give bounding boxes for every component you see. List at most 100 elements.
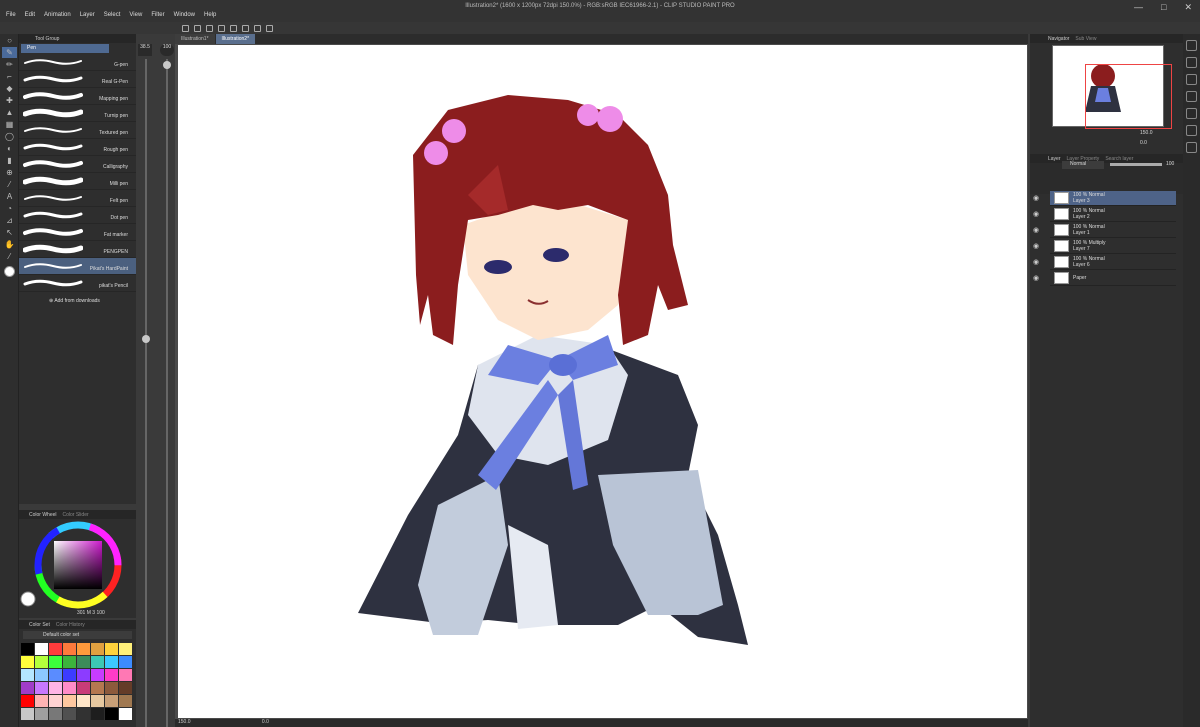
status-zoom[interactable]: 150.0 [178, 719, 191, 725]
search-layer-tab[interactable]: Search layer [1105, 156, 1133, 162]
color-swatch[interactable] [21, 708, 34, 720]
eye-icon[interactable]: ◉ [1033, 274, 1039, 282]
color-wheel-tab[interactable]: Color Wheel [29, 512, 57, 518]
color-swatch[interactable] [63, 708, 76, 720]
brush-size-value[interactable]: 38.5 [138, 44, 152, 56]
menu-select[interactable]: Select [104, 12, 121, 18]
color-swatch[interactable] [105, 643, 118, 655]
ruler-tool-icon[interactable]: ⁄ [2, 179, 17, 190]
color-swatch[interactable] [77, 669, 90, 681]
brush-size-knob[interactable] [142, 335, 150, 343]
balloon-tool-icon[interactable]: ◔ [2, 203, 17, 214]
color-swatch[interactable] [49, 669, 62, 681]
layer-row[interactable]: ◉ 100 % Normal Layer 1 [1033, 223, 1176, 238]
panel-icon[interactable] [1186, 125, 1197, 136]
brush-item[interactable]: Felt pen [19, 190, 136, 207]
color-swatch[interactable] [119, 682, 132, 694]
gradient-tool-icon[interactable]: ▮ [2, 155, 17, 166]
color-swatch[interactable] [105, 669, 118, 681]
brush-item[interactable]: Textured pen [19, 122, 136, 139]
fill-icon[interactable] [266, 24, 273, 32]
layer-row[interactable]: ◉ Paper [1033, 271, 1176, 286]
brush-item[interactable]: Rough pen [19, 139, 136, 156]
navigator-view-frame[interactable] [1085, 64, 1172, 129]
color-wheel[interactable] [19, 519, 136, 611]
brush-item[interactable]: G-pen [19, 54, 136, 71]
brush-item[interactable]: pikat's Pencil [19, 275, 136, 292]
color-swatch[interactable] [105, 656, 118, 668]
eye-icon[interactable]: ◉ [1033, 194, 1039, 202]
fill-tool-icon[interactable]: ◐ [2, 143, 17, 154]
brush-item[interactable]: Fat marker [19, 224, 136, 241]
color-slider-tab[interactable]: Color Slider [63, 512, 89, 518]
color-swatch[interactable] [77, 656, 90, 668]
color-swatch[interactable] [91, 708, 104, 720]
color-swatch[interactable] [35, 669, 48, 681]
add-from-downloads[interactable]: ⊕ Add from downloads [49, 298, 136, 304]
eyedropper-tool-icon[interactable]: ⊕ [2, 167, 17, 178]
color-set-tab[interactable]: Color Set [29, 622, 50, 628]
color-swatch[interactable] [119, 643, 132, 655]
color-swatch[interactable] [105, 708, 118, 720]
color-swatch[interactable] [35, 643, 48, 655]
brush-item[interactable]: Dot pen [19, 207, 136, 224]
clear-icon[interactable] [242, 24, 249, 32]
navigator-thumbnail[interactable] [1052, 45, 1172, 129]
color-swatch[interactable] [49, 643, 62, 655]
panel-icon[interactable] [1186, 91, 1197, 102]
layer-row[interactable]: ◉ 100 % Normal Layer 2 [1033, 207, 1176, 222]
blend-mode-select[interactable]: Normal [1062, 161, 1104, 169]
lasso-tool-icon[interactable]: ◯ [2, 131, 17, 142]
panel-icon[interactable] [1186, 57, 1197, 68]
layer-opacity-value[interactable]: 100 [1166, 161, 1174, 167]
eraser-tool-icon[interactable]: ◆ [2, 83, 17, 94]
layer-row[interactable]: ◉ 100 % Multiply Layer 7 [1033, 239, 1176, 254]
brush-item[interactable]: Calligraphy [19, 156, 136, 173]
document-tab[interactable]: Illustration2* [215, 34, 256, 44]
brush-tool-icon[interactable]: ⌐ [2, 71, 17, 82]
color-swatch[interactable] [77, 708, 90, 720]
color-swatch[interactable] [21, 643, 34, 655]
text-tool-icon[interactable]: A [2, 191, 17, 202]
color-swatch[interactable] [119, 708, 132, 720]
sub-view-tab[interactable]: Sub View [1075, 36, 1096, 42]
color-swatch[interactable] [21, 669, 34, 681]
minimize-button[interactable]: — [1134, 2, 1143, 13]
close-button[interactable]: ✕ [1184, 2, 1192, 13]
brush-item[interactable]: Turnip pen [19, 105, 136, 122]
brush-opacity-value[interactable]: 100 [160, 44, 174, 56]
color-swatch[interactable] [21, 656, 34, 668]
new-file-icon[interactable] [182, 24, 189, 32]
color-swatch[interactable] [77, 682, 90, 694]
navigator-tab[interactable]: Navigator [1048, 36, 1069, 42]
pen-tool-icon[interactable]: ✎ [2, 47, 17, 58]
menu-edit[interactable]: Edit [25, 12, 35, 18]
open-icon[interactable] [194, 24, 201, 32]
save-icon[interactable] [206, 24, 213, 32]
color-swatch[interactable] [119, 656, 132, 668]
transform-icon[interactable] [254, 24, 261, 32]
pencil-tool-icon[interactable]: ✏ [2, 59, 17, 70]
color-history-tab[interactable]: Color History [56, 622, 85, 628]
zoom-tool-icon[interactable]: ○ [2, 35, 17, 46]
menu-window[interactable]: Window [174, 12, 195, 18]
eye-icon[interactable]: ◉ [1033, 226, 1039, 234]
eye-icon[interactable]: ◉ [1033, 258, 1039, 266]
drawing-canvas[interactable] [178, 45, 1027, 718]
color-swatch[interactable] [35, 708, 48, 720]
panel-icon[interactable] [1186, 108, 1197, 119]
menu-view[interactable]: View [129, 12, 142, 18]
color-swatch[interactable] [105, 682, 118, 694]
color-swatch[interactable] [35, 656, 48, 668]
pipette-tool-icon[interactable]: ⁄ [2, 251, 17, 262]
color-swatch[interactable] [63, 682, 76, 694]
color-swatch[interactable] [91, 669, 104, 681]
color-swatch[interactable] [105, 695, 118, 707]
color-swatch[interactable] [77, 695, 90, 707]
layer-opacity-slider[interactable] [1110, 163, 1162, 166]
menu-filter[interactable]: Filter [151, 12, 164, 18]
color-swatch[interactable] [21, 695, 34, 707]
panel-icon[interactable] [1186, 74, 1197, 85]
layer-row[interactable]: ◉ 100 % Normal Layer 6 [1033, 255, 1176, 270]
color-swatch[interactable] [119, 669, 132, 681]
